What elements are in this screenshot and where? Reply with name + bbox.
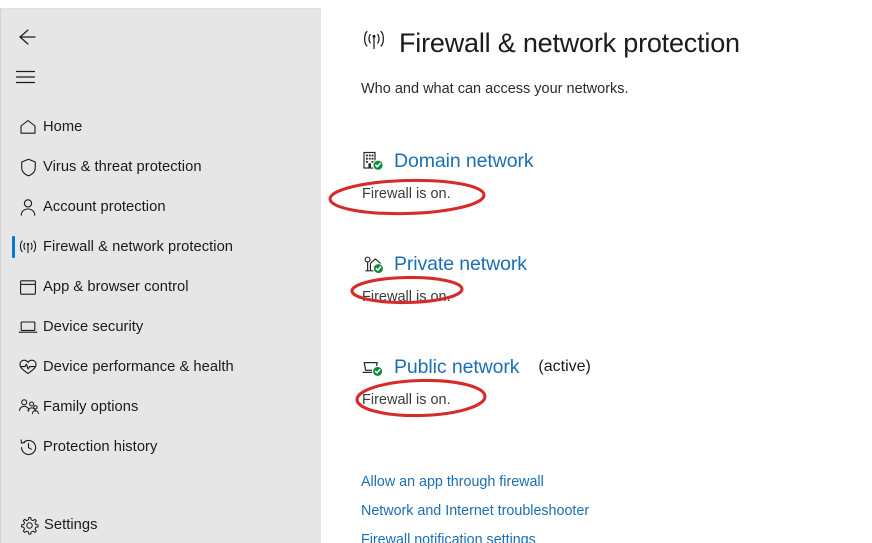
windows-security-window: Home Virus & threat protection Account p…	[0, 0, 872, 543]
back-arrow-icon	[14, 26, 36, 48]
sidebar-item-label: Home	[43, 119, 83, 135]
shield-icon	[13, 158, 43, 177]
sidebar-item-app-browser-control[interactable]: App & browser control	[1, 267, 322, 307]
sidebar-item-account-protection[interactable]: Account protection	[1, 187, 322, 227]
laptop-icon	[13, 319, 43, 335]
sidebar-item-label: App & browser control	[43, 279, 189, 295]
gear-icon	[14, 516, 44, 535]
page-header: Firewall & network protection	[361, 28, 740, 59]
person-icon	[13, 198, 43, 217]
sidebar-item-label: Device performance & health	[43, 359, 234, 375]
sidebar-item-label: Device security	[43, 319, 144, 335]
footer-links: Allow an app through firewall Network an…	[361, 468, 589, 543]
network-link-domain[interactable]: Domain network	[394, 150, 534, 173]
selection-indicator	[12, 236, 15, 258]
hamburger-menu-icon	[15, 70, 35, 84]
sidebar-item-virus-threat-protection[interactable]: Virus & threat protection	[1, 147, 322, 187]
monitor-screen-icon	[361, 355, 385, 379]
hamburger-menu-button[interactable]	[7, 61, 43, 93]
network-active-label: (active)	[538, 358, 591, 375]
network-link-public[interactable]: Public network	[394, 356, 520, 379]
sidebar-nav-list: Home Virus & threat protection Account p…	[1, 107, 322, 467]
network-link-private[interactable]: Private network	[394, 253, 527, 276]
sidebar-item-firewall-network-protection[interactable]: Firewall & network protection	[1, 227, 322, 267]
sidebar-item-protection-history[interactable]: Protection history	[1, 427, 322, 467]
network-status-private: Firewall is on.	[362, 289, 451, 305]
home-icon	[13, 118, 43, 136]
main-content-pane: Firewall & network protection Who and wh…	[321, 0, 872, 543]
navigation-sidebar: Home Virus & threat protection Account p…	[0, 8, 321, 543]
sidebar-item-label: Firewall & network protection	[43, 239, 234, 255]
network-status-domain: Firewall is on.	[362, 186, 451, 202]
app-window-icon	[13, 279, 43, 296]
network-heading: Private network	[361, 251, 546, 277]
link-allow-app-through-firewall[interactable]: Allow an app through firewall	[361, 468, 589, 497]
sidebar-item-settings[interactable]: Settings	[1, 505, 322, 543]
back-button[interactable]	[7, 21, 43, 53]
sidebar-item-device-performance-health[interactable]: Device performance & health	[1, 347, 322, 387]
sidebar-item-home[interactable]: Home	[1, 107, 322, 147]
clock-history-icon	[13, 438, 43, 457]
page-subtitle: Who and what can access your networks.	[361, 81, 629, 97]
sidebar-item-label: Settings	[44, 517, 98, 533]
sidebar-item-label: Family options	[43, 399, 139, 415]
link-firewall-notification-settings[interactable]: Firewall notification settings	[361, 526, 589, 543]
wifi-signal-icon	[361, 29, 387, 58]
network-heading: Domain network	[361, 148, 553, 174]
network-section-private: Private network Firewall is on.	[361, 251, 546, 306]
network-section-public: Public network (active) Firewall is on.	[361, 354, 591, 409]
people-group-icon	[13, 398, 43, 416]
home-house-icon	[361, 252, 385, 276]
sidebar-item-label: Account protection	[43, 199, 166, 215]
page-title: Firewall & network protection	[399, 28, 740, 58]
wifi-signal-icon	[13, 239, 43, 256]
link-network-internet-troubleshooter[interactable]: Network and Internet troubleshooter	[361, 497, 589, 526]
sidebar-item-device-security[interactable]: Device security	[1, 307, 322, 347]
sidebar-item-family-options[interactable]: Family options	[1, 387, 322, 427]
heartbeat-icon	[13, 358, 43, 376]
network-heading: Public network (active)	[361, 354, 591, 380]
sidebar-item-label: Virus & threat protection	[43, 159, 202, 175]
office-building-icon	[361, 149, 385, 173]
network-section-domain: Domain network Firewall is on.	[361, 148, 553, 203]
network-status-public: Firewall is on.	[362, 392, 451, 408]
sidebar-item-label: Protection history	[43, 439, 158, 455]
